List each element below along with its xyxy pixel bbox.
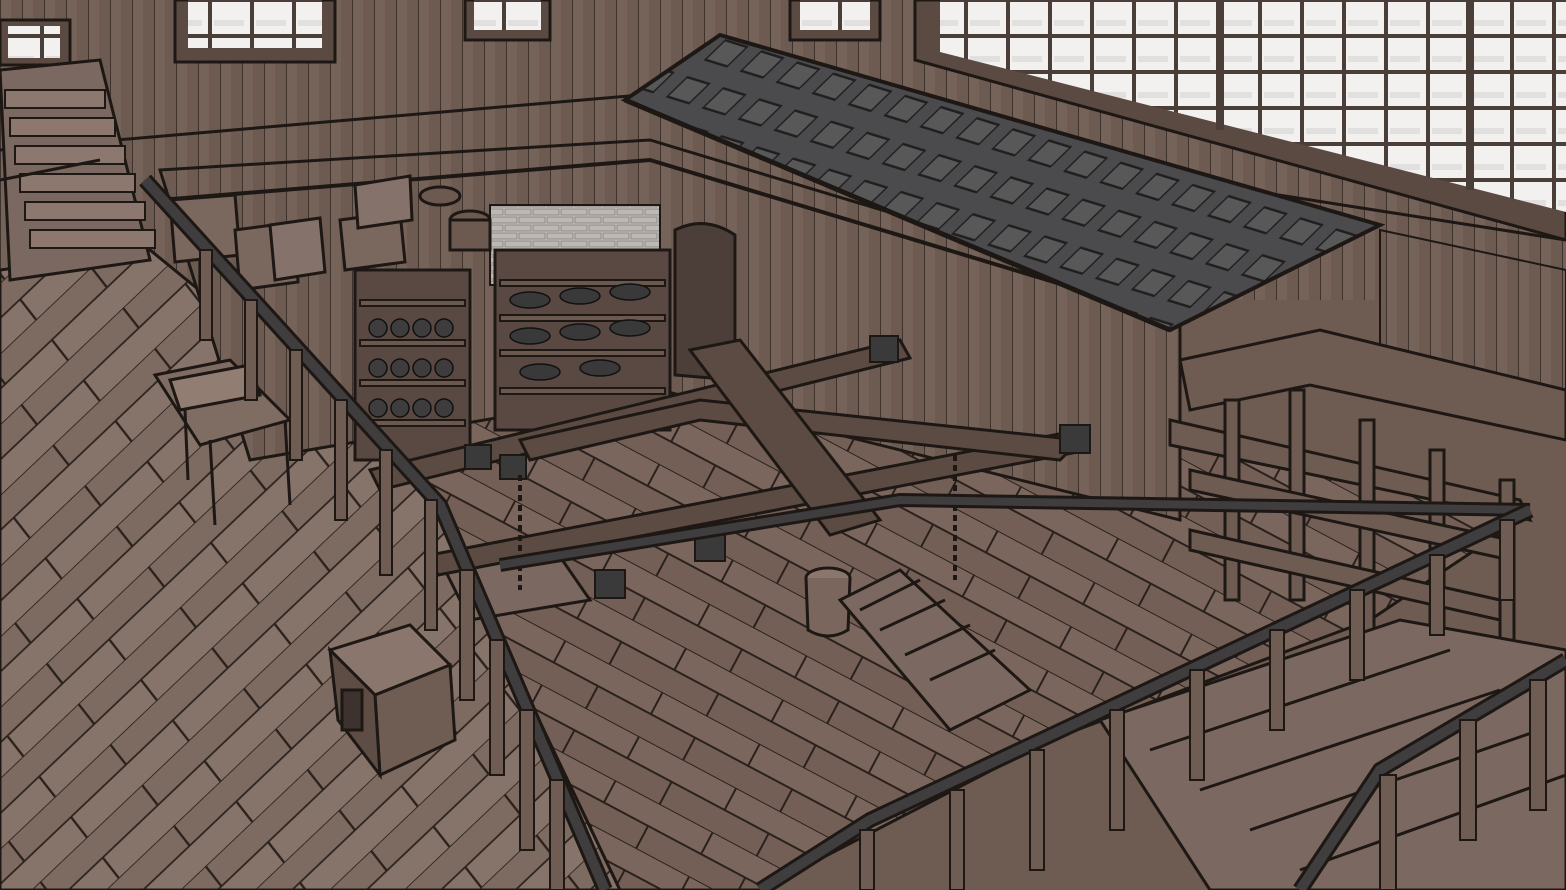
upper-window-left [173,0,337,64]
upper-window-mid [463,0,552,42]
upper-window-far-left [0,18,72,67]
scene-viewport [0,0,1566,890]
upper-window-right [788,0,882,42]
workshop-interior-render [0,0,1566,890]
